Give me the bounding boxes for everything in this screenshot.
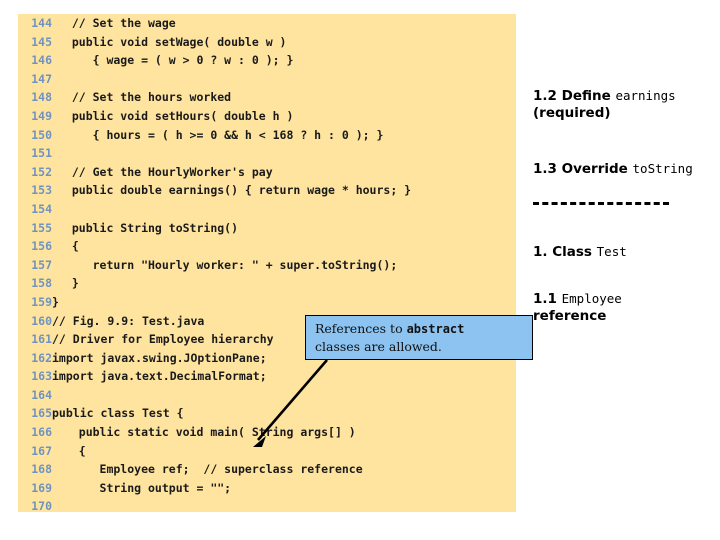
- notes-divider: [533, 202, 669, 205]
- code-line: 159}: [18, 293, 516, 312]
- abstract-reference-callout: References to abstract classes are allow…: [305, 315, 533, 360]
- code-text: public void setHours( double h ): [58, 108, 294, 123]
- code-text: public class Test {: [52, 406, 184, 421]
- callout-keyword-abstract: abstract: [406, 322, 465, 336]
- line-number: 151: [31, 146, 52, 161]
- code-text: { wage = ( w > 0 ? w : 0 ); }: [58, 53, 294, 68]
- code-line: 168 Employee ref; // superclass referenc…: [18, 460, 516, 479]
- line-number: 160: [31, 313, 52, 328]
- code-text: {: [58, 239, 79, 254]
- code-line: 146 { wage = ( w > 0 ? w : 0 ); }: [18, 51, 516, 70]
- code-line: 151: [18, 144, 516, 163]
- line-number: 166: [31, 425, 52, 440]
- callout-line-1: References to abstract: [315, 320, 524, 338]
- line-number: 169: [31, 480, 52, 495]
- code-text: // Driver for Employee hierarchy: [52, 332, 274, 347]
- code-text: import javax.swing.JOptionPane;: [52, 350, 267, 365]
- note-tostring-code: toString: [632, 161, 693, 176]
- code-line: 165 public class Test {: [18, 404, 516, 423]
- code-text: }: [58, 276, 79, 291]
- note-class-test-prefix: 1. Class: [533, 244, 597, 260]
- line-number: 159: [31, 294, 52, 309]
- code-line: 170: [18, 497, 516, 516]
- code-text: public String toString(): [58, 220, 239, 235]
- line-number: 165: [31, 406, 52, 421]
- line-number: 144: [31, 16, 52, 30]
- note-employee-ref-prefix: 1.1: [533, 291, 562, 307]
- line-number: 164: [31, 387, 52, 402]
- code-line: 157 return "Hourly worker: " + super.toS…: [18, 256, 516, 275]
- code-listing-panel: 144 // Set the wage 145 public void setWa…: [18, 14, 516, 513]
- line-number: 168: [31, 462, 52, 477]
- code-text: import java.text.DecimalFormat;: [52, 369, 267, 384]
- line-number: 157: [31, 257, 52, 272]
- code-line: 145 public void setWage( double w ): [18, 33, 516, 52]
- line-number: 167: [31, 443, 52, 458]
- code-line: 158 }: [18, 274, 516, 293]
- callout-line-1-prefix: References to: [315, 321, 407, 336]
- code-line: 163 import java.text.DecimalFormat;: [18, 367, 516, 386]
- line-number: 149: [31, 108, 52, 123]
- note-tostring-prefix: 1.3 Override: [533, 161, 633, 177]
- line-number: 146: [31, 53, 52, 68]
- code-line: 149 public void setHours( double h ): [18, 107, 516, 126]
- code-text: // Fig. 9.9: Test.java: [52, 313, 205, 328]
- code-line: 155 public String toString(): [18, 219, 516, 238]
- code-text: { hours = ( h >= 0 && h < 168 ? h : 0 );…: [58, 127, 384, 142]
- code-line: 144 // Set the wage: [18, 14, 516, 33]
- code-line: 150 { hours = ( h >= 0 && h < 168 ? h : …: [18, 126, 516, 145]
- line-number: 154: [31, 201, 52, 216]
- code-line: 154: [18, 200, 516, 219]
- note-earnings-prefix: 1.2 Define: [533, 88, 616, 104]
- code-text: }: [52, 294, 59, 309]
- note-earnings-code: earnings: [615, 88, 676, 103]
- line-number: 155: [31, 220, 52, 235]
- code-line: 147: [18, 70, 516, 89]
- code-text: // Set the wage: [58, 16, 176, 30]
- code-line: 148 // Set the hours worked: [18, 88, 516, 107]
- code-line: 152 // Get the HourlyWorker's pay: [18, 163, 516, 182]
- line-number: 156: [31, 239, 52, 254]
- line-number: 158: [31, 276, 52, 291]
- code-line: 169 String output = "";: [18, 479, 516, 498]
- code-text: Employee ref; // superclass reference: [58, 462, 363, 477]
- line-number: 163: [31, 369, 52, 384]
- code-line: 164: [18, 386, 516, 405]
- code-text: {: [58, 443, 86, 458]
- code-text: String output = "";: [58, 480, 232, 495]
- line-number: 153: [31, 183, 52, 198]
- code-text: public void setWage( double w ): [58, 34, 287, 49]
- code-line: 153 public double earnings() { return wa…: [18, 181, 516, 200]
- line-number: 161: [31, 332, 52, 347]
- code-line: 156 {: [18, 237, 516, 256]
- code-line: 167 {: [18, 442, 516, 461]
- note-define-earnings: 1.2 Define earnings (required): [533, 87, 676, 122]
- note-earnings-line2: (required): [533, 105, 611, 121]
- code-text: return "Hourly worker: " + super.toStrin…: [58, 257, 398, 272]
- line-number: 170: [31, 499, 52, 514]
- code-text: // Get the HourlyWorker's pay: [58, 164, 273, 179]
- code-text: public static void main( String args[] ): [58, 425, 356, 440]
- line-number: 152: [31, 164, 52, 179]
- note-class-test-code: Test: [596, 244, 627, 259]
- note-class-test: 1. Class Test: [533, 243, 627, 261]
- code-text: // Set the hours worked: [58, 90, 232, 105]
- line-number: 147: [31, 71, 52, 86]
- note-employee-ref-suffix: reference: [533, 308, 607, 324]
- note-employee-reference: 1.1 Employee reference: [533, 290, 719, 325]
- note-employee-ref-code: Employee: [561, 291, 622, 306]
- line-number: 150: [31, 127, 52, 142]
- line-number: 148: [31, 90, 52, 105]
- code-text: public double earnings() { return wage *…: [58, 183, 412, 198]
- note-override-tostring: 1.3 Override toString: [533, 160, 693, 178]
- line-number: 145: [31, 34, 52, 49]
- line-number: 162: [31, 350, 52, 365]
- code-line: 166 public static void main( String args…: [18, 423, 516, 442]
- callout-line-2: classes are allowed.: [315, 339, 442, 354]
